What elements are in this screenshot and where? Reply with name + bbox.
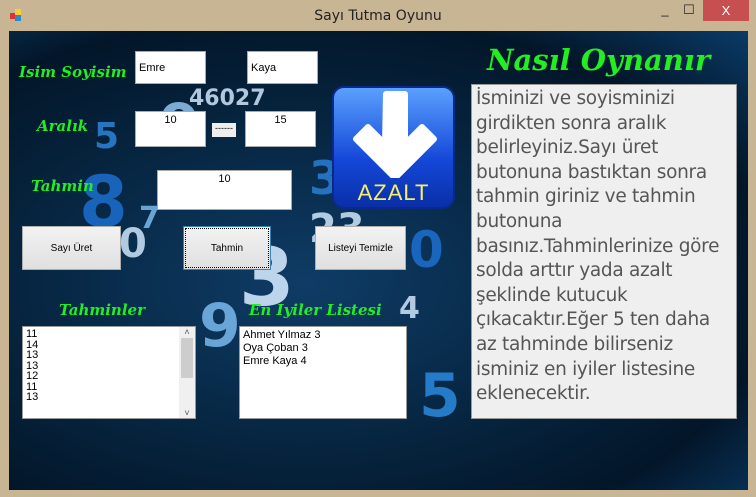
guess-list-item[interactable]: 12 <box>26 371 192 382</box>
guess-list-item[interactable]: 13 <box>26 350 192 361</box>
window-title: Sayı Tutma Oyunu <box>314 8 442 24</box>
scroll-down-icon[interactable]: ˅ <box>179 408 195 419</box>
scrollbar[interactable]: ˄ ˅ <box>179 327 195 418</box>
minimize-button[interactable]: _ <box>655 0 675 20</box>
guess-button[interactable]: Tahmin <box>183 226 271 270</box>
name-label: Isim Soyisim <box>19 63 127 81</box>
best-list[interactable]: Ahmet Yılmaz 3 Oya Çoban 3 Emre Kaya 4 <box>239 326 407 419</box>
range-separator: ------ <box>212 123 236 137</box>
how-to-play-text: İsminizi ve soyisminizi girdikten sonra … <box>471 84 737 419</box>
guess-list-item[interactable]: 13 <box>26 360 192 372</box>
guess-list-item[interactable]: 13 <box>26 392 192 403</box>
guesses-label: Tahminler <box>59 301 145 319</box>
guess-list[interactable]: 11 14 13 13 12 11 13 ˄ ˅ <box>22 326 196 419</box>
title-bar: Sayı Tutma Oyunu _ ☐ X <box>0 0 756 31</box>
guess-list-item[interactable]: 14 <box>26 339 192 351</box>
first-name-input[interactable] <box>135 51 206 84</box>
generate-number-button[interactable]: Sayı Üret <box>22 226 121 270</box>
best-list-item[interactable]: Ahmet Yılmaz 3 <box>243 329 403 342</box>
guess-list-item[interactable]: 11 <box>26 329 192 340</box>
best-list-item[interactable]: Emre Kaya 4 <box>243 355 403 368</box>
guess-list-item[interactable]: 11 <box>26 381 192 393</box>
scroll-thumb[interactable] <box>181 337 193 378</box>
clear-list-button[interactable]: Listeyi Temizle <box>315 226 406 270</box>
game-form: 9 8 3 46027 3 23 0 9 0 4 5 5 7 Isim Soyi… <box>9 31 748 490</box>
hint-text: AZALT <box>357 180 430 205</box>
guess-input[interactable]: 10 <box>157 170 292 210</box>
range-label: Aralık <box>37 117 89 135</box>
scroll-up-icon[interactable]: ˄ <box>179 327 195 338</box>
range-min-input[interactable]: 10 <box>135 111 206 147</box>
arrow-down-icon <box>353 91 437 181</box>
close-button[interactable]: X <box>703 0 749 21</box>
maximize-button[interactable]: ☐ <box>678 0 700 20</box>
best-list-label: En Iyiler Listesi <box>249 301 382 319</box>
range-max-input[interactable]: 15 <box>245 111 316 147</box>
how-to-play-title: Nasıl Oynanır <box>487 43 711 77</box>
hint-indicator: AZALT <box>332 86 455 209</box>
best-list-item[interactable]: Oya Çoban 3 <box>243 342 403 355</box>
last-name-input[interactable] <box>247 51 318 84</box>
guess-label: Tahmin <box>31 177 94 195</box>
